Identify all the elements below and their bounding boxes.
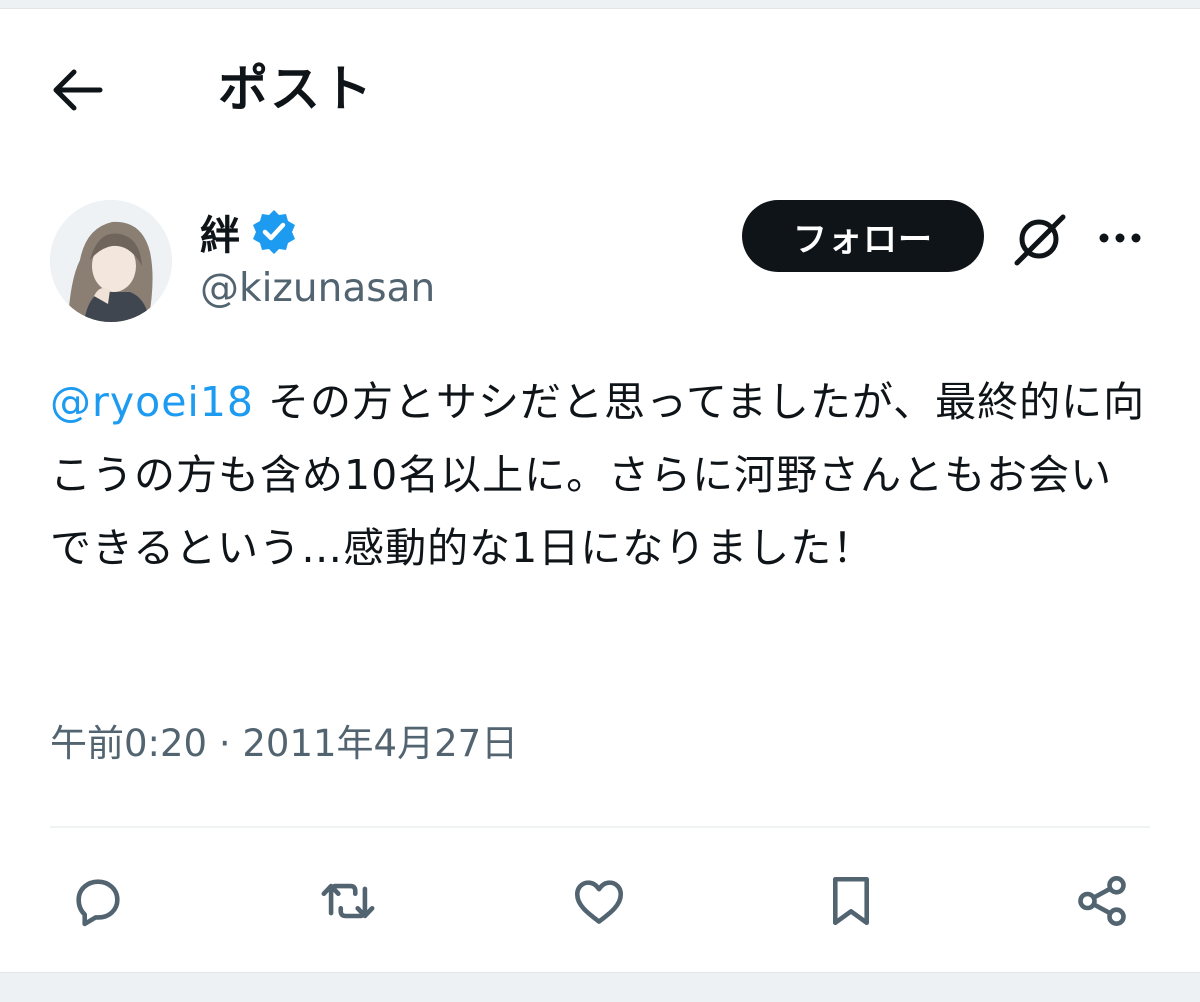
post-text: @ryoei18 その方とサシだと思ってましたが、最終的に向こうの方も含め10名… (50, 366, 1150, 585)
like-button[interactable] (564, 866, 634, 936)
post-time: 午前0:20 (50, 722, 208, 765)
page-title: ポスト (218, 60, 374, 118)
author-name-row: 絆 (200, 202, 298, 262)
follow-button[interactable]: フォロー (742, 200, 984, 272)
timestamp-separator: · (218, 722, 231, 765)
bookmark-button[interactable] (816, 866, 886, 936)
repost-button[interactable] (313, 866, 383, 936)
post-timestamp[interactable]: 午前0:20 · 2011年4月27日 (50, 716, 518, 772)
avatar-illustration (50, 200, 172, 322)
back-button[interactable] (46, 62, 110, 118)
repost-icon (321, 883, 375, 919)
bookmark-icon (832, 876, 870, 926)
back-arrow-icon (53, 69, 103, 111)
header: ポスト (0, 40, 1200, 136)
action-bar (0, 866, 1200, 936)
share-button[interactable] (1067, 866, 1137, 936)
heart-icon (574, 880, 624, 924)
bottom-separator (0, 972, 1200, 1002)
post-date: 2011年4月27日 (242, 722, 519, 765)
grok-icon (1014, 214, 1066, 266)
mention-link[interactable]: @ryoei18 (50, 378, 254, 426)
share-icon (1078, 875, 1126, 927)
top-separator (0, 0, 1200, 9)
divider (50, 826, 1150, 828)
reply-icon (76, 879, 120, 927)
verified-badge-icon (253, 210, 295, 254)
grok-button[interactable] (1006, 206, 1072, 272)
more-icon (1099, 233, 1141, 243)
author-handle[interactable]: @kizunasan (200, 266, 435, 311)
more-button[interactable] (1090, 210, 1150, 266)
author-display-name[interactable]: 絆 (200, 203, 240, 261)
avatar[interactable] (50, 200, 172, 322)
reply-button[interactable] (63, 866, 133, 936)
